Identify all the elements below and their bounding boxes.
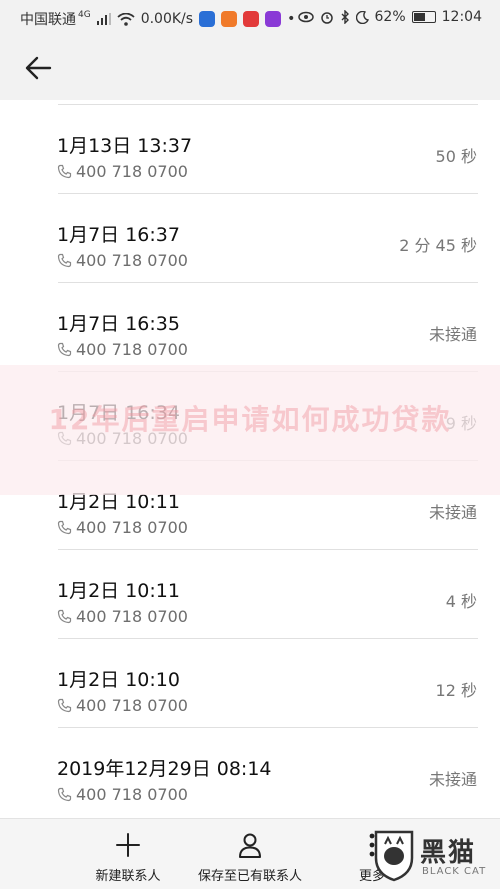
network-speed: 0.00K/s [140,11,194,27]
black-cat-logo: 黑猫 BLACK CAT [372,828,494,884]
call-datetime: 1月2日 10:11 [57,491,180,513]
arrow-left-icon [25,56,52,80]
carrier-label: 中国联通 [20,12,76,28]
logo-subtext: BLACK CAT [422,866,487,877]
battery-icon [411,11,436,23]
call-record-row[interactable]: 1月2日 10:11 400 718 0700 未接通 [0,461,500,550]
call-number-line: 400 718 0700 [57,696,188,715]
phone-icon [57,253,72,268]
call-number-line: 400 718 0700 [57,251,188,270]
call-number: 400 718 0700 [76,251,188,270]
call-number-line: 400 718 0700 [57,785,188,804]
battery-percent: 62% [374,9,406,25]
back-button[interactable] [16,44,64,92]
bluetooth-icon [341,10,349,24]
new-contact-label: 新建联系人 [95,869,161,884]
call-number: 400 718 0700 [76,696,188,715]
wifi-icon [117,12,135,26]
top-bar [0,36,500,100]
logo-text: 黑猫 [420,838,477,868]
cat-shield-icon [374,830,414,882]
alarm-icon [320,12,333,24]
call-datetime: 1月7日 16:35 [57,313,180,335]
call-datetime: 2019年12月29日 08:14 [57,758,272,780]
call-number: 400 718 0700 [76,340,188,359]
app-notification-icon [221,11,238,27]
call-datetime: 1月7日 16:34 [57,402,180,424]
app-notification-icon [265,11,282,27]
call-record-row[interactable]: 1月7日 16:35 400 718 0700 未接通 [0,283,500,372]
call-datetime: 1月7日 16:37 [57,224,180,246]
app-notification-icon [199,11,216,27]
phone-icon [57,342,72,357]
call-number: 400 718 0700 [76,518,188,537]
call-duration: 9 秒 [445,414,477,433]
call-datetime: 1月2日 10:10 [57,669,180,691]
call-duration: 50 秒 [435,147,477,166]
call-record-row[interactable]: 1月7日 16:37 400 718 0700 2 分 45 秒 [0,194,500,283]
app-notification-icon [243,11,260,27]
network-type: 4G [78,10,91,20]
call-number: 400 718 0700 [76,429,188,448]
phone-icon [57,520,72,535]
call-number-line: 400 718 0700 [57,340,188,359]
call-number: 400 718 0700 [76,785,188,804]
call-duration: 未接通 [428,770,477,789]
call-number-line: 400 718 0700 [57,162,188,181]
phone-icon [57,787,72,802]
save-to-existing-contact-button[interactable]: 保存至已有联系人 [190,819,310,889]
call-datetime: 1月2日 10:11 [57,580,180,602]
call-duration: 12 秒 [435,681,477,700]
call-record-row[interactable]: 1月2日 10:10 400 718 0700 12 秒 [0,639,500,728]
call-duration: 未接通 [428,325,477,344]
call-number-line: 400 718 0700 [57,429,188,448]
call-datetime: 1月13日 13:37 [57,135,193,157]
more-notifications-icon: • [287,11,296,27]
phone-icon [57,431,72,446]
eye-icon [297,11,314,23]
call-number: 400 718 0700 [76,162,188,181]
phone-icon [57,698,72,713]
call-duration: 未接通 [428,503,477,522]
call-number-line: 400 718 0700 [57,518,188,537]
call-record-row[interactable]: 1月7日 16:34 400 718 0700 9 秒 [0,372,500,461]
signal-icon [96,13,111,25]
call-duration: 2 分 45 秒 [399,236,477,255]
phone-icon [57,609,72,624]
call-number-line: 400 718 0700 [57,607,188,626]
call-record-row[interactable]: 1月2日 10:11 400 718 0700 4 秒 [0,550,500,639]
call-record-row[interactable]: 1月13日 13:37 400 718 0700 50 秒 [0,105,500,194]
plus-icon [116,833,140,857]
call-history-list[interactable]: 1月13日 13:37 400 718 0700 50 秒 1月7日 16:37… [0,100,500,818]
call-number: 400 718 0700 [76,607,188,626]
do-not-disturb-icon [355,10,369,24]
call-record-row[interactable]: 2019年12月29日 08:14 400 718 0700 未接通 [0,728,500,817]
clock: 12:04 [441,9,482,25]
save-to-existing-label: 保存至已有联系人 [197,869,302,884]
phone-icon [57,164,72,179]
new-contact-button[interactable]: 新建联系人 [88,819,168,889]
call-duration: 4 秒 [445,592,477,611]
person-icon [239,833,261,858]
status-bar: 中国联通 4G 0.00K/s • 62% 12:04 [0,0,500,36]
